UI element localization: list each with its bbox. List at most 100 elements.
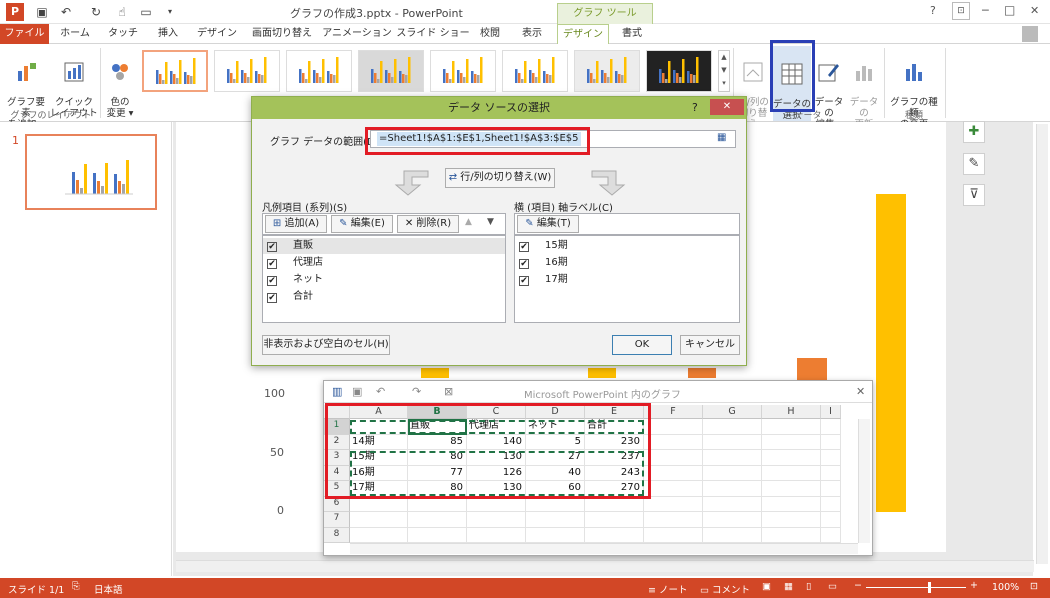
tab-touch[interactable]: タッチ — [100, 24, 146, 44]
sheet-cell[interactable] — [762, 481, 821, 497]
sheet-cell[interactable] — [703, 434, 762, 450]
chart-bar-agency[interactable] — [797, 358, 827, 380]
sheet-cell[interactable] — [703, 496, 762, 512]
chart-style-thumbnail[interactable] — [574, 50, 640, 92]
row-header-7[interactable]: 7 — [324, 512, 350, 528]
sheet-cell[interactable] — [585, 527, 644, 543]
column-header-h[interactable]: H — [762, 405, 821, 419]
sheet-cell[interactable] — [644, 496, 703, 512]
language-indicator[interactable]: 日本語 — [94, 582, 123, 596]
zoom-in-icon[interactable]: + — [970, 580, 978, 591]
checkbox-checked-icon[interactable]: ✔ — [519, 276, 529, 286]
sheet-cell[interactable] — [762, 434, 821, 450]
checkbox-checked-icon[interactable]: ✔ — [267, 259, 277, 269]
excel-icon[interactable]: ⊠ — [444, 385, 453, 398]
sheet-cell[interactable] — [703, 527, 762, 543]
save-icon[interactable]: ▣ — [352, 385, 362, 398]
sheet-close-button[interactable]: ✕ — [856, 385, 865, 398]
sheet-cell[interactable] — [821, 527, 841, 543]
sheet-cell[interactable] — [762, 465, 821, 481]
checkbox-checked-icon[interactable]: ✔ — [519, 259, 529, 269]
sheet-cell[interactable] — [762, 496, 821, 512]
sheet-vertical-scrollbar[interactable] — [858, 419, 870, 543]
chart-bar-partial[interactable] — [588, 368, 616, 378]
column-header-i[interactable]: I — [821, 405, 841, 419]
ribbon-display-icon[interactable]: ⊡ — [952, 2, 970, 20]
horizontal-scrollbar[interactable] — [176, 560, 1034, 572]
category-item[interactable]: ✔ 15期 — [519, 238, 568, 254]
checkbox-checked-icon[interactable]: ✔ — [519, 242, 529, 252]
series-item[interactable]: ✔ 直販 — [267, 238, 313, 254]
change-colors-button[interactable]: 色の 変更 ▾ — [102, 50, 138, 119]
chart-style-thumbnail[interactable] — [142, 50, 208, 92]
tab-home[interactable]: ホーム — [52, 24, 98, 44]
sheet-cell[interactable] — [644, 527, 703, 543]
slide-sorter-icon[interactable]: ▦ — [784, 581, 793, 592]
sheet-cell[interactable] — [821, 465, 841, 481]
category-item[interactable]: ✔ 16期 — [519, 255, 568, 271]
undo-icon[interactable]: ↶ — [58, 4, 74, 20]
sheet-cell[interactable] — [821, 496, 841, 512]
dialog-help-button[interactable]: ? — [692, 101, 698, 114]
chart-style-thumbnail[interactable] — [214, 50, 280, 92]
tab-view[interactable]: 表示 — [512, 24, 552, 44]
sheet-cell[interactable] — [644, 419, 703, 435]
sheet-horizontal-scrollbar[interactable] — [350, 543, 858, 554]
sheet-cell[interactable] — [585, 512, 644, 528]
chart-style-thumbnail[interactable] — [358, 50, 424, 92]
gallery-scroll[interactable]: ▲ ▼ ▾ — [718, 50, 730, 92]
normal-view-icon[interactable]: ▣ — [762, 581, 771, 592]
series-item[interactable]: ✔ 合計 — [267, 289, 313, 305]
hidden-empty-cells-button[interactable]: 非表示および空白のセル(H) — [262, 335, 390, 355]
category-item[interactable]: ✔ 17期 — [519, 272, 568, 288]
chart-filter-icon[interactable]: ⊽ — [963, 184, 985, 206]
minimize-button[interactable]: ─ — [982, 4, 989, 17]
save-icon[interactable]: ▣ — [34, 4, 50, 20]
move-down-icon[interactable]: ▼ — [487, 217, 494, 227]
tab-insert[interactable]: 挿入 — [148, 24, 188, 44]
sheet-cell[interactable] — [703, 465, 762, 481]
sheet-cell[interactable] — [408, 512, 467, 528]
slideshow-view-icon[interactable]: ▭ — [828, 581, 837, 592]
chart-bar-partial[interactable] — [421, 368, 449, 378]
sheet-cell[interactable] — [762, 527, 821, 543]
switch-row-column-dialog-button[interactable]: ⇄ 行/列の切り替え(W) — [445, 168, 555, 188]
sheet-cell[interactable] — [467, 512, 526, 528]
redo-icon[interactable]: ↻ — [88, 4, 104, 20]
sheet-cell[interactable] — [350, 512, 408, 528]
ok-button[interactable]: OK — [612, 335, 672, 355]
zoom-slider-thumb[interactable] — [928, 582, 931, 593]
help-button[interactable]: ? — [930, 4, 936, 17]
range-picker-icon[interactable]: ▦ — [717, 132, 726, 143]
close-button[interactable]: ✕ — [1030, 4, 1039, 17]
chart-style-thumbnail[interactable] — [502, 50, 568, 92]
sheet-cell[interactable] — [821, 481, 841, 497]
tab-chart-format[interactable]: 書式 — [612, 24, 652, 44]
sheet-cell[interactable] — [526, 527, 585, 543]
add-series-button[interactable]: ⊞ 追加(A) — [265, 215, 327, 233]
sheet-cell[interactable] — [762, 419, 821, 435]
sheet-cell[interactable] — [703, 481, 762, 497]
undo-icon[interactable]: ↶ — [376, 385, 385, 398]
chart-style-thumbnail[interactable] — [646, 50, 712, 92]
move-up-icon[interactable]: ▲ — [465, 217, 472, 227]
edit-series-button[interactable]: ✎ 編集(E) — [331, 215, 393, 233]
tab-review[interactable]: 校閲 — [474, 24, 506, 44]
chart-style-thumbnail[interactable] — [430, 50, 496, 92]
series-item[interactable]: ✔ ネット — [267, 272, 323, 288]
sheet-cell[interactable] — [644, 512, 703, 528]
sheet-cell[interactable] — [821, 419, 841, 435]
sheet-cell[interactable] — [644, 450, 703, 466]
zoom-out-icon[interactable]: − — [854, 580, 862, 591]
comments-button[interactable]: ▭ コメント — [700, 582, 750, 596]
sheet-cell[interactable] — [821, 450, 841, 466]
customize-qat-icon[interactable]: ▾ — [162, 4, 178, 20]
avatar[interactable] — [1022, 26, 1038, 42]
redo-icon[interactable]: ↷ — [412, 385, 421, 398]
open-icon[interactable]: ▭ — [138, 4, 154, 20]
tab-design[interactable]: デザイン — [192, 24, 242, 44]
fit-slide-icon[interactable]: ⊡ — [1030, 581, 1038, 592]
sheet-cell[interactable] — [821, 434, 841, 450]
chart-styles-icon[interactable]: ✎ — [963, 153, 985, 175]
touch-mode-icon[interactable]: ☝ — [114, 4, 130, 20]
